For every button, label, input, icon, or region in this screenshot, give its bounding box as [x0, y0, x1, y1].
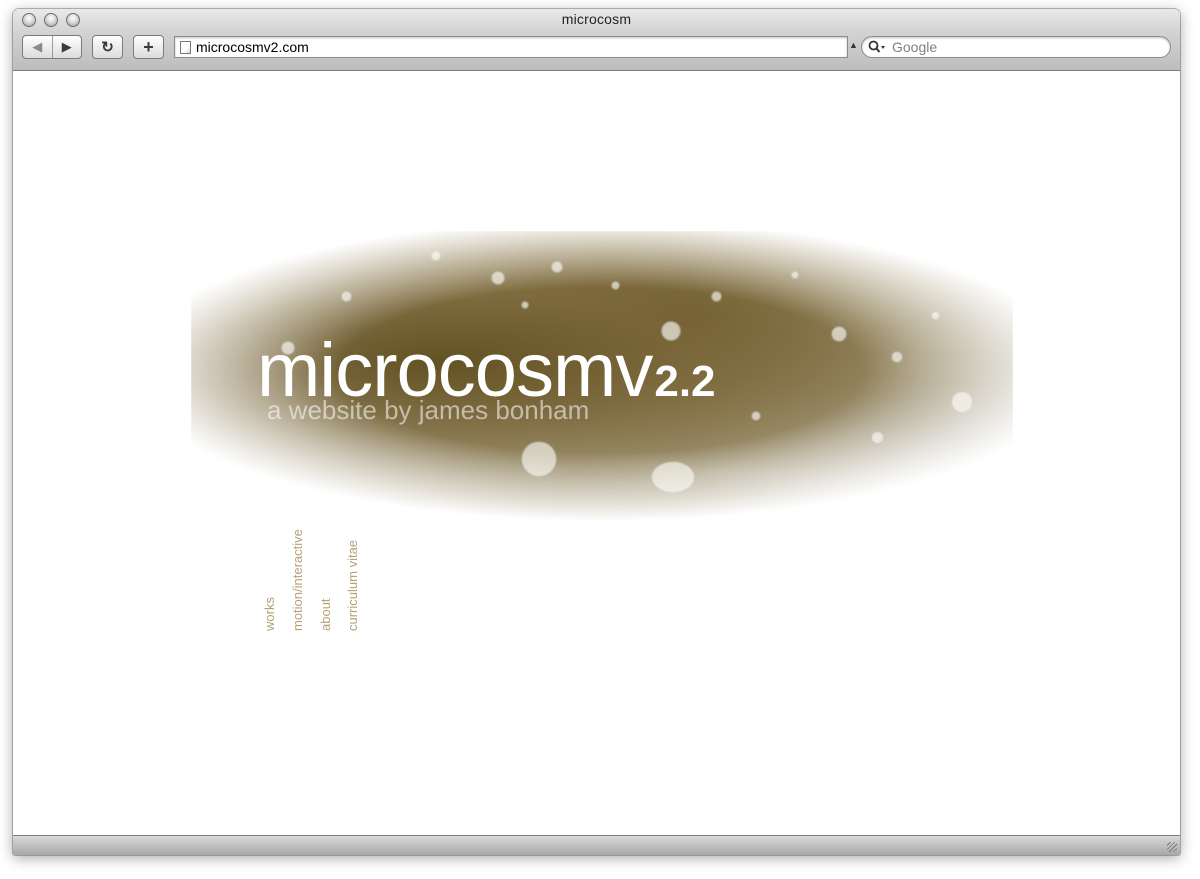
back-forward-group: ◀ ▶	[22, 35, 82, 59]
resize-grip-icon[interactable]	[1167, 842, 1177, 852]
address-bar[interactable]: microcosmv2.com	[174, 36, 848, 58]
browser-window: microcosm ◀ ▶ ↻ + microcosmv2.com ▲ Goog…	[13, 9, 1180, 855]
status-bar	[13, 835, 1180, 855]
nav-link-motion-interactive[interactable]: motion/interactive	[290, 529, 305, 631]
logo-version: 2.2	[654, 357, 716, 406]
nav-link-about[interactable]: about	[318, 598, 333, 631]
search-field[interactable]: Google	[861, 36, 1171, 58]
address-text: microcosmv2.com	[196, 39, 309, 55]
forward-button[interactable]: ▶	[51, 36, 82, 58]
nav-link-works[interactable]: works	[262, 597, 277, 631]
add-bookmark-button[interactable]: +	[133, 35, 164, 59]
site-navigation: works motion/interactive about curriculu…	[262, 511, 383, 631]
nav-link-curriculum-vitae[interactable]: curriculum vitae	[345, 540, 360, 631]
reload-button[interactable]: ↻	[92, 35, 123, 59]
page-icon	[180, 40, 191, 54]
reload-icon: ↻	[101, 39, 114, 56]
search-placeholder: Google	[892, 39, 938, 55]
search-icon	[868, 40, 886, 54]
browser-toolbar: microcosm ◀ ▶ ↻ + microcosmv2.com ▲ Goog…	[13, 9, 1180, 71]
back-arrow-icon: ◀	[32, 39, 43, 54]
snapback-icon[interactable]: ▲	[849, 40, 858, 50]
add-bookmark-label: +	[143, 36, 154, 57]
page-content: microcosmv2.2 a website by james bonham …	[13, 71, 1180, 835]
forward-arrow-icon: ▶	[61, 39, 72, 54]
site-tagline: a website by james bonham	[267, 395, 590, 425]
back-button[interactable]: ◀	[23, 36, 52, 58]
window-title: microcosm	[561, 11, 632, 27]
